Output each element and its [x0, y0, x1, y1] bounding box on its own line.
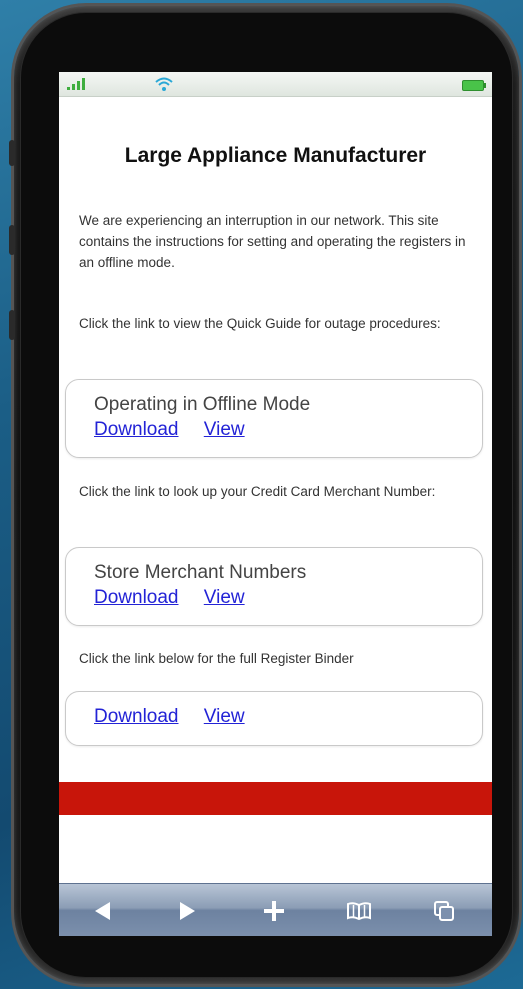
- phone-screen: Large Appliance Manufacturer We are expe…: [59, 72, 492, 936]
- card-title: Operating in Offline Mode: [94, 394, 311, 415]
- card-links: Download View: [94, 706, 265, 728]
- back-button[interactable]: [73, 884, 133, 936]
- side-button: [9, 310, 15, 340]
- book-icon: [347, 901, 371, 920]
- side-button: [9, 140, 15, 166]
- intro-text: We are experiencing an interruption in o…: [79, 213, 466, 270]
- battery-icon: [462, 80, 486, 91]
- back-arrow-icon: [95, 901, 110, 920]
- add-bookmark-button[interactable]: [244, 884, 304, 936]
- view-link[interactable]: View: [204, 706, 245, 727]
- status-bar: [59, 72, 492, 97]
- forward-button[interactable]: [157, 884, 217, 936]
- card-links: Download View: [94, 587, 265, 609]
- quick-guide-prompt: Click the link to view the Quick Guide f…: [79, 316, 441, 331]
- page-background: { "page": { "title": "Large Appliance Ma…: [0, 0, 523, 989]
- binder-prompt: Click the link below for the full Regist…: [79, 651, 354, 666]
- forward-arrow-icon: [180, 901, 195, 920]
- side-button: [9, 225, 15, 255]
- offline-mode-card: Operating in Offline Mode Download View: [65, 379, 483, 458]
- browser-toolbar: [59, 883, 492, 936]
- view-link[interactable]: View: [204, 587, 245, 608]
- tabs-icon: [434, 900, 454, 921]
- download-link[interactable]: Download: [94, 587, 179, 608]
- view-link[interactable]: View: [204, 419, 245, 440]
- merchant-numbers-card: Store Merchant Numbers Download View: [65, 547, 483, 626]
- footer-accent-band: [59, 782, 492, 815]
- register-binder-card: Download View: [65, 691, 483, 746]
- card-title: Store Merchant Numbers: [94, 562, 307, 583]
- wifi-icon: [155, 77, 173, 91]
- plus-icon: [264, 900, 284, 921]
- card-links: Download View: [94, 419, 265, 441]
- bookmarks-button[interactable]: [329, 884, 389, 936]
- signal-icon: [67, 78, 89, 90]
- merchant-prompt: Click the link to look up your Credit Ca…: [79, 484, 436, 499]
- download-link[interactable]: Download: [94, 419, 179, 440]
- download-link[interactable]: Download: [94, 706, 179, 727]
- page-title: Large Appliance Manufacturer: [124, 144, 427, 167]
- tabs-button[interactable]: [414, 884, 474, 936]
